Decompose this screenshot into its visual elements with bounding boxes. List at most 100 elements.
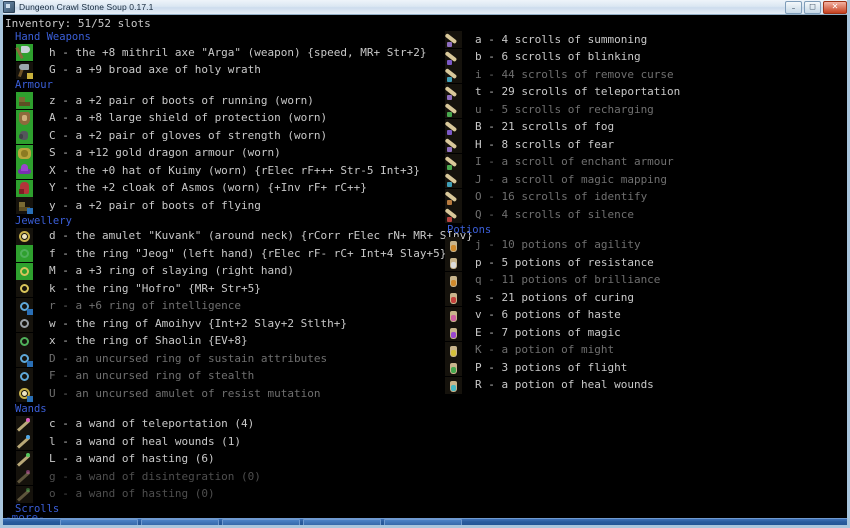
item-tile-potion-haste[interactable] [445,306,462,324]
inventory-item-M[interactable]: M - a +3 ring of slaying (right hand) [5,262,437,281]
item-tile-scroll-blinking[interactable] [445,48,462,66]
item-tile-gloves-strength[interactable] [16,127,33,145]
item-tile-scroll-identify[interactable] [445,188,462,206]
inventory-item-u[interactable]: u - 5 scrolls of recharging [437,101,847,119]
item-tile-mithril-axe[interactable] [16,44,33,62]
inventory-item-L[interactable]: L - a wand of hasting (6) [5,450,437,469]
close-button[interactable]: ✕ [823,0,847,14]
inventory-item-Y[interactable]: Y - the +2 cloak of Asmos (worn) {+Inv r… [5,179,437,198]
inventory-item-y[interactable]: y - a +2 pair of boots of flying [5,197,437,215]
inventory-item-Q[interactable]: Q - 4 scrolls of silence [437,206,847,224]
inventory-item-K[interactable]: K - a potion of might [437,341,847,360]
inventory-item-D[interactable]: D - an uncursed ring of sustain attribut… [5,350,437,368]
inventory-item-h[interactable]: h - the +8 mithril axe "Arga" (weapon) {… [5,44,437,62]
item-tile-scroll-summoning[interactable] [445,31,462,49]
inventory-item-o[interactable]: o - a wand of hasting (0) [5,485,437,504]
inventory-item-j[interactable]: j - 10 potions of agility [437,236,847,255]
inventory-item-p[interactable]: p - 5 potions of resistance [437,254,847,272]
item-tile-scroll-remove-curse[interactable] [445,66,462,84]
item-tile-ring-shaolin[interactable] [16,332,33,350]
item-tile-ring-sustain-attributes[interactable] [16,350,33,368]
inventory-item-G[interactable]: G - a +9 broad axe of holy wrath [5,61,437,80]
item-tile-potion-agility[interactable] [445,236,462,254]
item-tile-broad-axe[interactable] [16,61,33,79]
item-tile-scroll-magic-mapping[interactable] [445,171,462,189]
inventory-item-r[interactable]: r - a +6 ring of intelligence [5,297,437,316]
inventory-item-l[interactable]: l - a wand of heal wounds (1) [5,433,437,451]
item-tile-ring-hofro[interactable] [16,280,33,298]
inventory-item-i[interactable]: i - 44 scrolls of remove curse [437,66,847,84]
game-screen[interactable]: Inventory: 51/52 slots Hand Weapons h - … [3,15,847,525]
inventory-item-J[interactable]: J - a scroll of magic mapping [437,171,847,189]
inventory-item-x[interactable]: x - the ring of Shaolin {EV+8} [5,332,437,351]
item-tile-wand-teleportation[interactable] [16,415,33,433]
item-tile-ring-amoihyv[interactable] [16,315,33,333]
inventory-item-E[interactable]: E - 7 potions of magic [437,324,847,342]
inventory-item-g[interactable]: g - a wand of disintegration (0) [5,468,437,486]
item-tile-ring-intelligence[interactable] [16,297,33,315]
inventory-item-b[interactable]: b - 6 scrolls of blinking [437,48,847,67]
inventory-item-X[interactable]: X - the +0 hat of Kuimy (worn) {rElec rF… [5,162,437,180]
item-tile-potion-resistance[interactable] [445,254,462,272]
item-tile-gold-dragon-armour[interactable] [16,144,33,162]
item-tile-wand-hasting[interactable] [16,450,33,468]
inventory-item-c[interactable]: c - a wand of teleportation (4) [5,415,437,434]
item-tile-wand-hasting-empty[interactable] [16,485,33,503]
maximize-button[interactable]: □ [804,0,821,14]
item-tile-scroll-enchant-armour[interactable] [445,153,462,171]
item-tile-potion-flight[interactable] [445,359,462,377]
inventory-item-R[interactable]: R - a potion of heal wounds [437,376,847,395]
item-tile-scroll-recharging[interactable] [445,101,462,119]
item-tile-scroll-teleportation[interactable] [445,83,462,101]
inventory-item-a[interactable]: a - 4 scrolls of summoning [437,31,847,49]
item-tile-scroll-fog[interactable] [445,118,462,136]
inventory-item-C[interactable]: C - a +2 pair of gloves of strength (wor… [5,127,437,145]
inventory-item-A[interactable]: A - a +8 large shield of protection (wor… [5,109,437,128]
item-tile-boots-flying[interactable] [16,197,33,215]
inventory-item-w[interactable]: w - the ring of Amoihyv {Int+2 Slay+2 St… [5,315,437,333]
item-tile-amulet-resist-mutation[interactable] [16,385,33,403]
item-tile-wand-heal-wounds[interactable] [16,433,33,451]
inventory-item-k[interactable]: k - the ring "Hofro" {MR+ Str+5} [5,280,437,298]
item-tile-large-shield[interactable] [16,109,33,127]
inventory-item-H[interactable]: H - 8 scrolls of fear [437,136,847,154]
taskbar-item[interactable] [303,519,381,525]
taskbar-item[interactable] [60,519,138,525]
item-tile-boots-running[interactable] [16,92,33,110]
minimize-button[interactable]: – [785,0,802,14]
os-taskbar[interactable] [3,518,847,525]
item-tile-potion-heal-wounds[interactable] [445,376,462,394]
inventory-item-O[interactable]: O - 16 scrolls of identify [437,188,847,207]
item-tile-potion-magic[interactable] [445,324,462,342]
item-tile-potion-brilliance[interactable] [445,271,462,289]
taskbar-item[interactable] [384,519,462,525]
inventory-item-S[interactable]: S - a +12 gold dragon armour (worn) [5,144,437,163]
inventory-item-d[interactable]: d - the amulet "Kuvank" (around neck) {r… [5,227,473,246]
item-tile-potion-might[interactable] [445,341,462,359]
taskbar-item[interactable] [222,519,300,525]
item-tile-hat-kuimy[interactable] [16,162,33,180]
inventory-item-f[interactable]: f - the ring "Jeog" (left hand) {rElec r… [5,245,446,263]
item-tile-scroll-fear[interactable] [445,136,462,154]
item-tile-ring-slaying[interactable] [16,262,33,280]
inventory-item-P[interactable]: P - 3 potions of flight [437,359,847,377]
taskbar-item[interactable] [141,519,219,525]
item-tile-ring-stealth[interactable] [16,367,33,385]
inventory-item-s[interactable]: s - 21 potions of curing [437,289,847,307]
item-tile-ring-jeog[interactable] [16,245,33,263]
item-tile-potion-curing[interactable] [445,289,462,307]
item-tile-cloak-asmos[interactable] [16,179,33,197]
inventory-item-I[interactable]: I - a scroll of enchant armour [437,153,847,172]
inventory-item-U[interactable]: U - an uncursed amulet of resist mutatio… [5,385,437,403]
item-tile-scroll-silence[interactable] [445,206,462,224]
item-tile-wand-disintegration[interactable] [16,468,33,486]
inventory-item-z[interactable]: z - a +2 pair of boots of running (worn) [5,92,437,110]
inventory-item-t[interactable]: t - 29 scrolls of teleportation [437,83,847,102]
inventory-item-F[interactable]: F - an uncursed ring of stealth [5,367,437,386]
inventory-item-B[interactable]: B - 21 scrolls of fog [437,118,847,137]
item-label: j - 10 potions of agility [475,238,641,252]
inventory-item-v[interactable]: v - 6 potions of haste [437,306,847,325]
item-tile-amulet-kuvank[interactable] [16,227,33,245]
title-bar[interactable]: Dungeon Crawl Stone Soup 0.17.1 – □ ✕ [3,0,847,15]
inventory-item-q[interactable]: q - 11 potions of brilliance [437,271,847,290]
